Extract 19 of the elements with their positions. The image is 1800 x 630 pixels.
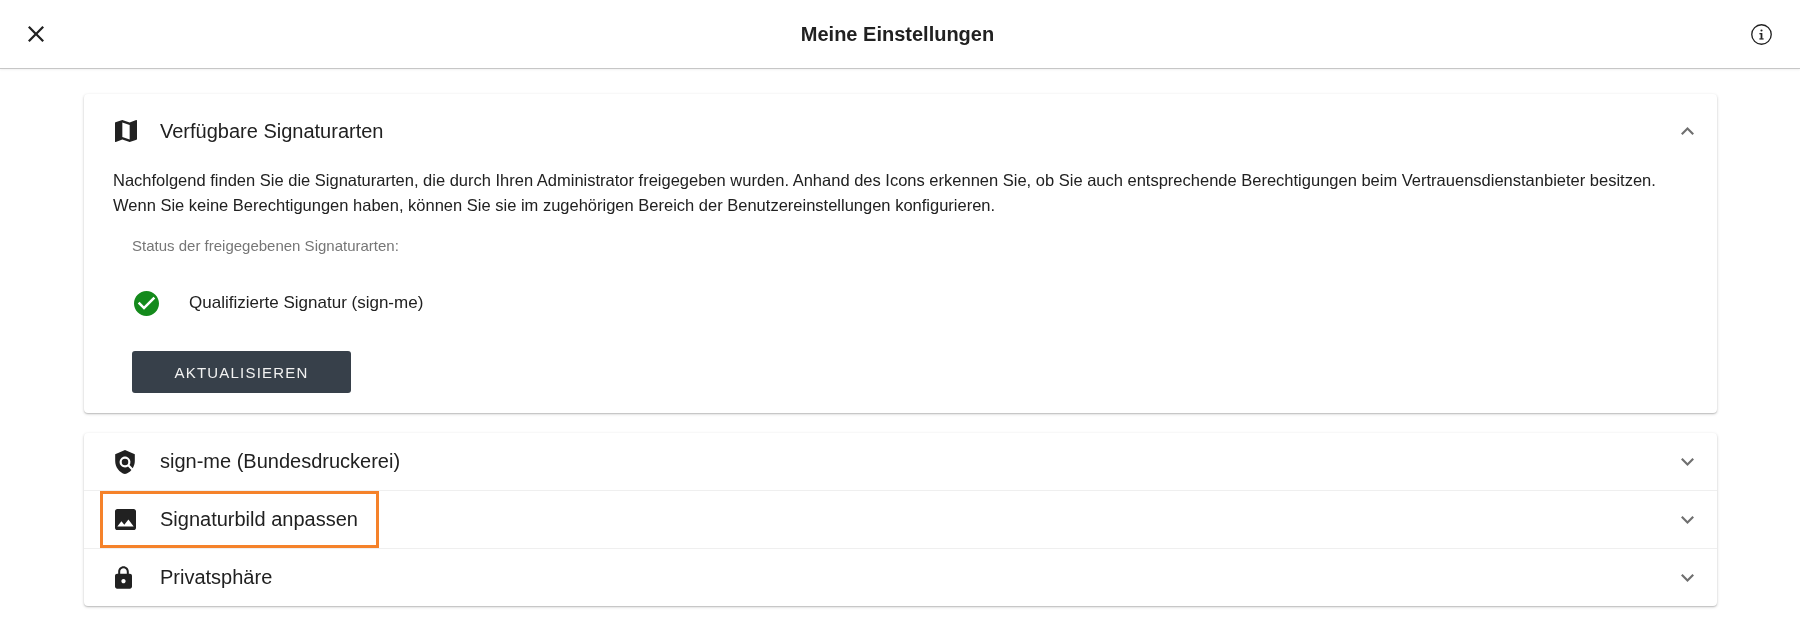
section-title[interactable]: Privatsphäre	[160, 566, 273, 589]
section-title[interactable]: Signaturbild anpassen	[160, 508, 358, 531]
chevron-up-icon[interactable]	[1681, 127, 1694, 135]
description-text: Nachfolgend finden Sie die Signaturarten, die durch Ihren Administrator freigegeben wurden. Anhand des Icons erkennen Sie, ob Sie auch entsprechende Berechtigungen beim Vertrauensdienstanbieter besitzen. Wenn Sie keine Berechtigungen haben, können Sie sie im zugehörigen Bereich der Benutzereinstellungen konfigurieren.	[112, 170, 1657, 216]
section-title[interactable]: sign-me (Bundesdruckerei)	[160, 450, 401, 473]
lock-icon	[115, 566, 132, 589]
map-icon	[115, 120, 137, 142]
chevron-down-icon[interactable]	[1681, 515, 1694, 524]
signature-type-label: Qualifizierte Signatur (sign-me)	[189, 293, 424, 313]
chevron-down-icon[interactable]	[1681, 573, 1694, 582]
image-icon	[115, 509, 136, 530]
close-icon[interactable]	[28, 26, 44, 42]
chevron-down-icon[interactable]	[1681, 457, 1694, 466]
shield-search-icon	[115, 449, 135, 474]
info-icon[interactable]	[1751, 23, 1772, 45]
refresh-button[interactable]: AKTUALISIEREN	[132, 351, 351, 393]
status-label: Status der freigegebenen Signaturarten:	[132, 236, 399, 256]
section-title[interactable]: Verfügbare Signaturarten	[160, 119, 384, 143]
page-title: Meine Einstellungen	[800, 22, 995, 46]
